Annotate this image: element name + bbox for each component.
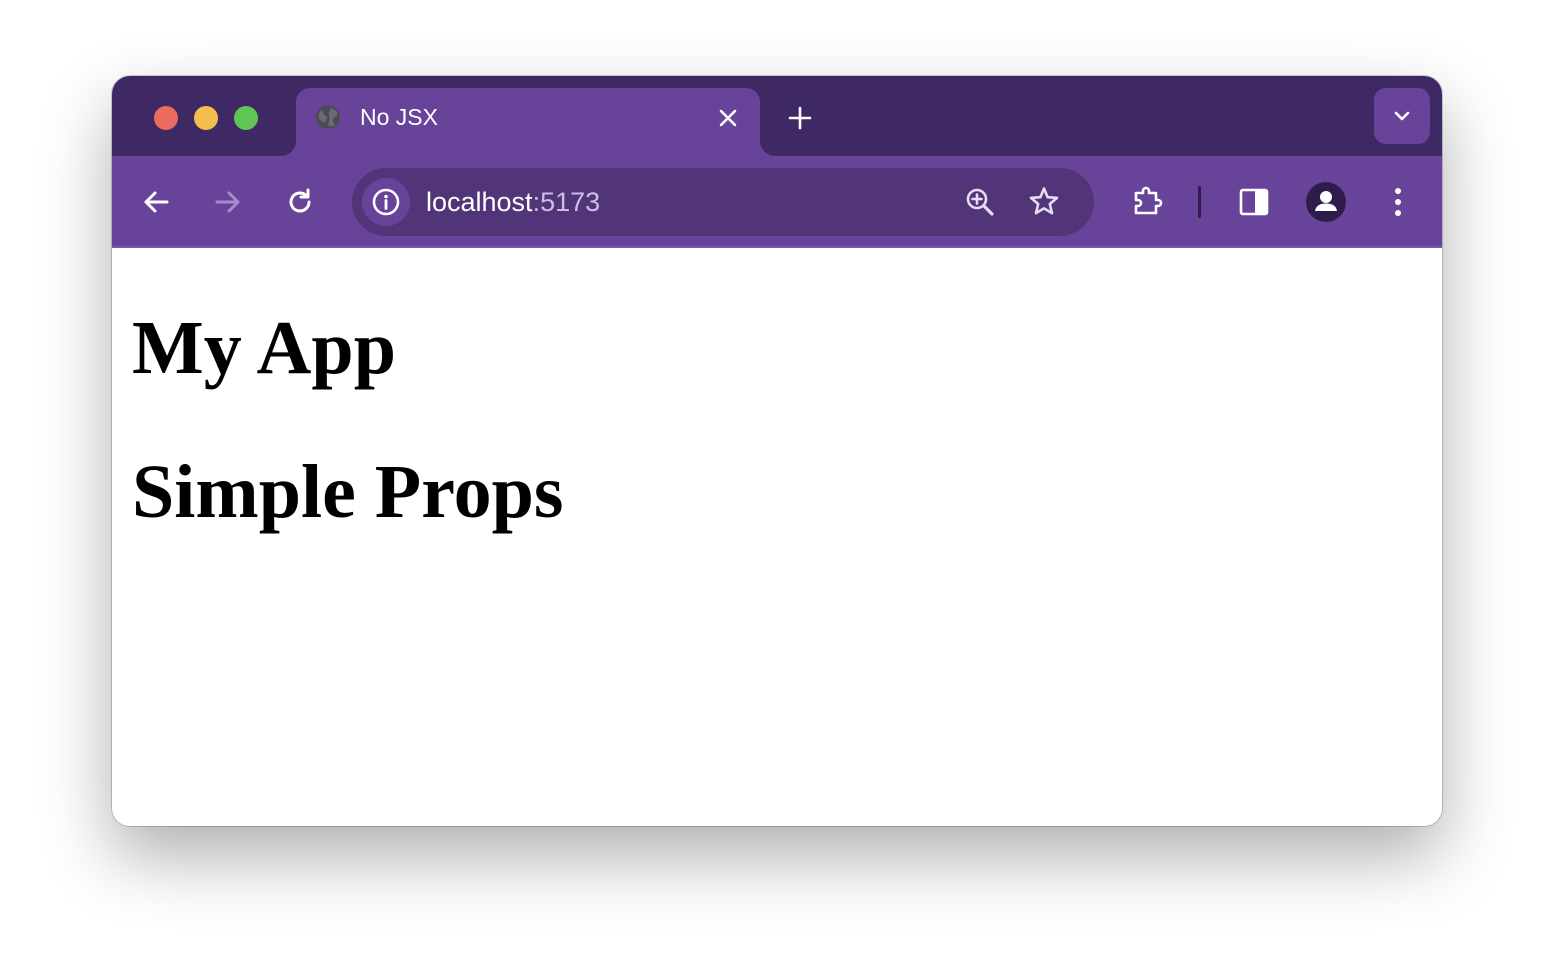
globe-icon	[314, 103, 342, 131]
chevron-down-icon	[1394, 111, 1410, 121]
arrow-left-icon	[144, 191, 169, 213]
minimize-window-button[interactable]	[194, 106, 218, 130]
tab-title: No JSX	[360, 104, 438, 130]
toolbar-divider	[1198, 186, 1201, 218]
address-bar[interactable]: localhost:5173	[352, 168, 1094, 236]
puzzle-icon	[1134, 186, 1163, 215]
forward-button[interactable]	[206, 180, 250, 224]
tab-search-button[interactable]	[1374, 88, 1430, 144]
side-panel-button[interactable]	[1232, 180, 1276, 224]
site-info-button[interactable]	[362, 178, 410, 226]
browser-toolbar: localhost:5173	[112, 156, 1442, 248]
desktop-background: No JSX localhost:5173 My App Simple Prop…	[0, 0, 1554, 974]
back-button[interactable]	[134, 180, 178, 224]
avatar-icon	[1306, 182, 1346, 222]
reload-button[interactable]	[278, 180, 322, 224]
close-tab-icon[interactable]	[714, 104, 742, 132]
tab-strip: No JSX	[112, 76, 1442, 156]
info-icon	[372, 188, 400, 216]
arrow-right-icon	[215, 191, 240, 213]
page-heading-simple-props: Simple Props	[132, 450, 564, 534]
extensions-button[interactable]	[1126, 180, 1170, 224]
page-heading-app: My App	[132, 306, 396, 390]
bookmark-button[interactable]	[1022, 180, 1066, 224]
plus-icon	[788, 106, 812, 130]
reload-icon	[289, 188, 311, 213]
star-icon	[1029, 187, 1059, 215]
kebab-menu-icon	[1395, 188, 1401, 216]
url-text[interactable]: localhost:5173	[426, 186, 600, 218]
menu-button[interactable]	[1376, 180, 1420, 224]
zoom-window-button[interactable]	[234, 106, 258, 130]
zoom-button[interactable]	[958, 180, 1002, 224]
close-window-button[interactable]	[154, 106, 178, 130]
zoom-in-icon	[966, 188, 994, 216]
url-host: localhost	[426, 187, 533, 217]
url-port: :5173	[532, 187, 601, 217]
tab-active[interactable]: No JSX	[280, 88, 776, 156]
new-tab-button[interactable]	[784, 102, 816, 134]
profile-button[interactable]	[1304, 180, 1348, 224]
browser-window: No JSX localhost:5173 My App Simple Prop…	[112, 76, 1442, 826]
side-panel-icon	[1239, 188, 1269, 216]
page-viewport: My App Simple Props	[112, 248, 1442, 826]
